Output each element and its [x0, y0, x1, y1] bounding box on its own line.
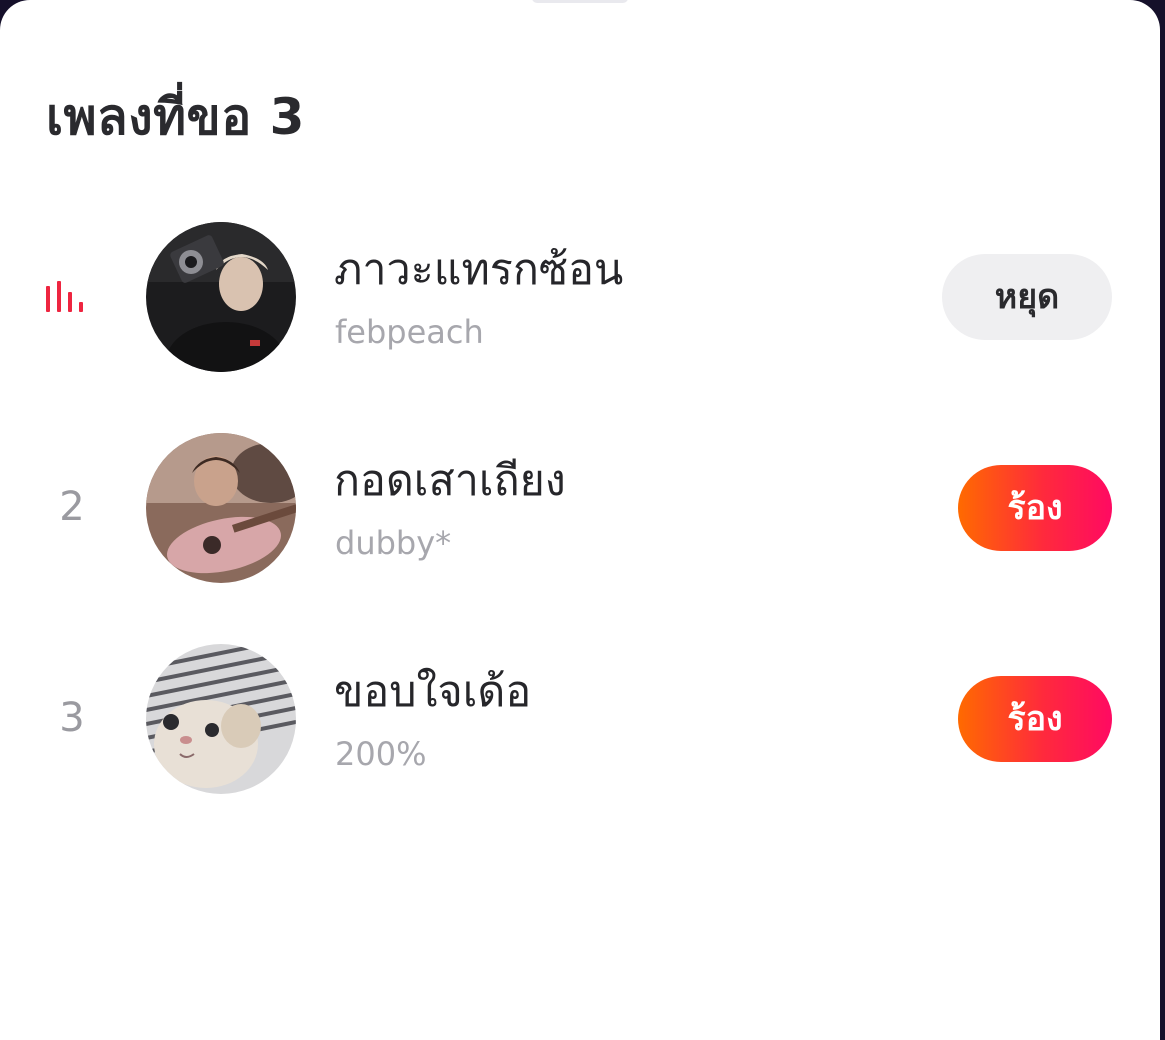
page-title: เพลงที่ขอ 3	[46, 88, 305, 146]
song-request-sheet: เพลงที่ขอ 3 ภาวะแทรกซ้อน febpeach หยุด 2…	[0, 0, 1160, 1040]
list-item[interactable]: 3 ขอบใจเด้อ 200% ร้อง	[0, 644, 1160, 794]
avatar	[146, 433, 296, 583]
sing-button[interactable]: ร้อง	[958, 676, 1112, 762]
song-title: กอดเสาเถียง	[334, 456, 566, 506]
artist-name: 200%	[335, 735, 427, 773]
list-item[interactable]: ภาวะแทรกซ้อน febpeach หยุด	[0, 222, 1160, 372]
list-item[interactable]: 2 กอดเสาเถียง dubby* ร้อง	[0, 433, 1160, 583]
avatar	[146, 222, 296, 372]
queue-rank: 3	[59, 695, 85, 741]
sing-button[interactable]: ร้อง	[958, 465, 1112, 551]
artist-name: dubby*	[335, 524, 452, 562]
equalizer-icon	[44, 280, 100, 312]
sheet-handle[interactable]	[532, 0, 628, 3]
avatar	[146, 644, 296, 794]
stop-button[interactable]: หยุด	[942, 254, 1112, 340]
song-title: ขอบใจเด้อ	[334, 667, 532, 717]
song-title: ภาวะแทรกซ้อน	[334, 245, 624, 295]
artist-name: febpeach	[335, 313, 484, 351]
queue-rank: 2	[59, 484, 85, 530]
